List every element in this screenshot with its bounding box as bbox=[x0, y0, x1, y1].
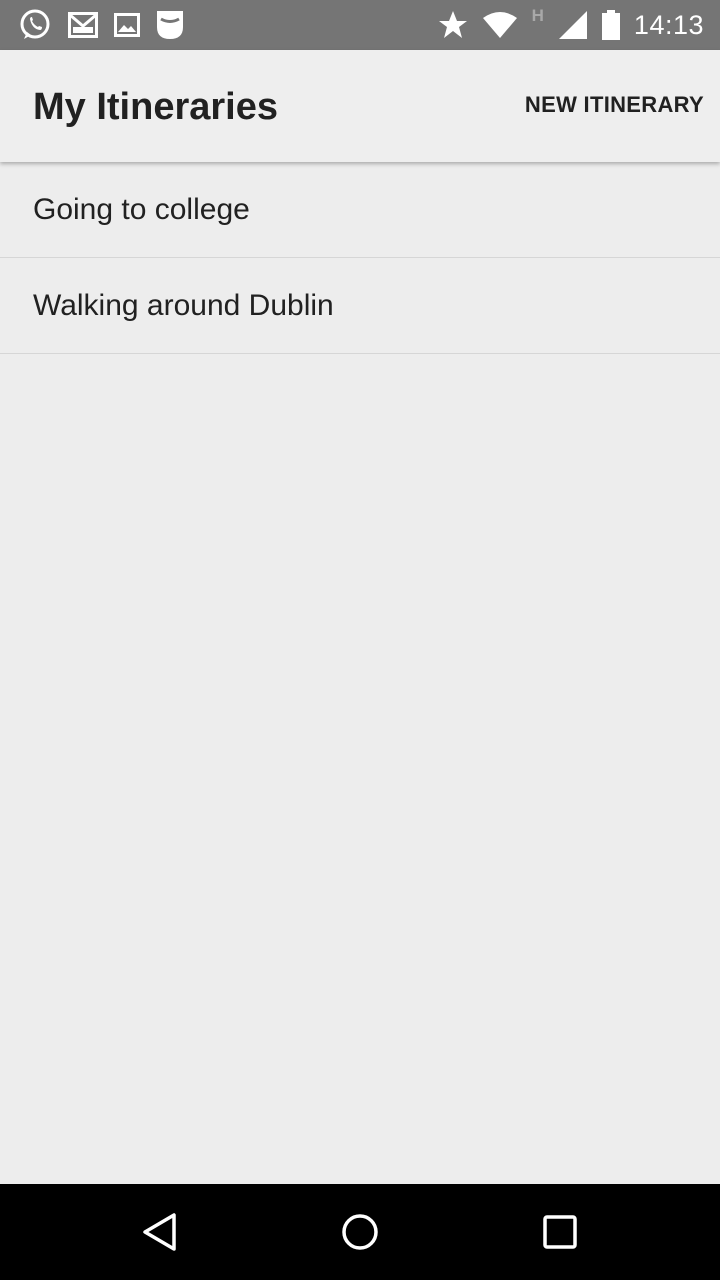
notification-icons bbox=[18, 8, 200, 42]
wifi-icon bbox=[482, 11, 518, 39]
signal-icon bbox=[558, 10, 588, 40]
app-bar: My Itineraries NEW ITINERARY bbox=[0, 50, 720, 162]
gallery-icon bbox=[114, 13, 140, 37]
list-item-label: Going to college bbox=[33, 192, 250, 226]
page-title: My Itineraries bbox=[33, 86, 278, 128]
status-bar: H 14:13 bbox=[0, 0, 720, 50]
home-icon[interactable] bbox=[336, 1208, 384, 1256]
new-itinerary-button[interactable]: NEW ITINERARY bbox=[525, 92, 704, 118]
star-icon bbox=[438, 10, 468, 40]
itinerary-list: Going to college Walking around Dublin bbox=[0, 162, 720, 354]
recents-icon[interactable] bbox=[536, 1208, 584, 1256]
list-item[interactable]: Walking around Dublin bbox=[0, 258, 720, 354]
list-item-label: Walking around Dublin bbox=[33, 288, 334, 322]
battery-icon bbox=[601, 10, 620, 40]
whatsapp-icon bbox=[18, 8, 52, 42]
list-item[interactable]: Going to college bbox=[0, 162, 720, 258]
network-h-icon: H bbox=[531, 6, 544, 25]
navigation-bar bbox=[0, 1184, 720, 1280]
clock: 14:13 bbox=[633, 9, 704, 40]
gmail-icon bbox=[68, 12, 98, 38]
shield-app-icon bbox=[156, 10, 184, 40]
back-icon[interactable] bbox=[136, 1208, 184, 1256]
system-status: H 14:13 bbox=[424, 6, 704, 41]
